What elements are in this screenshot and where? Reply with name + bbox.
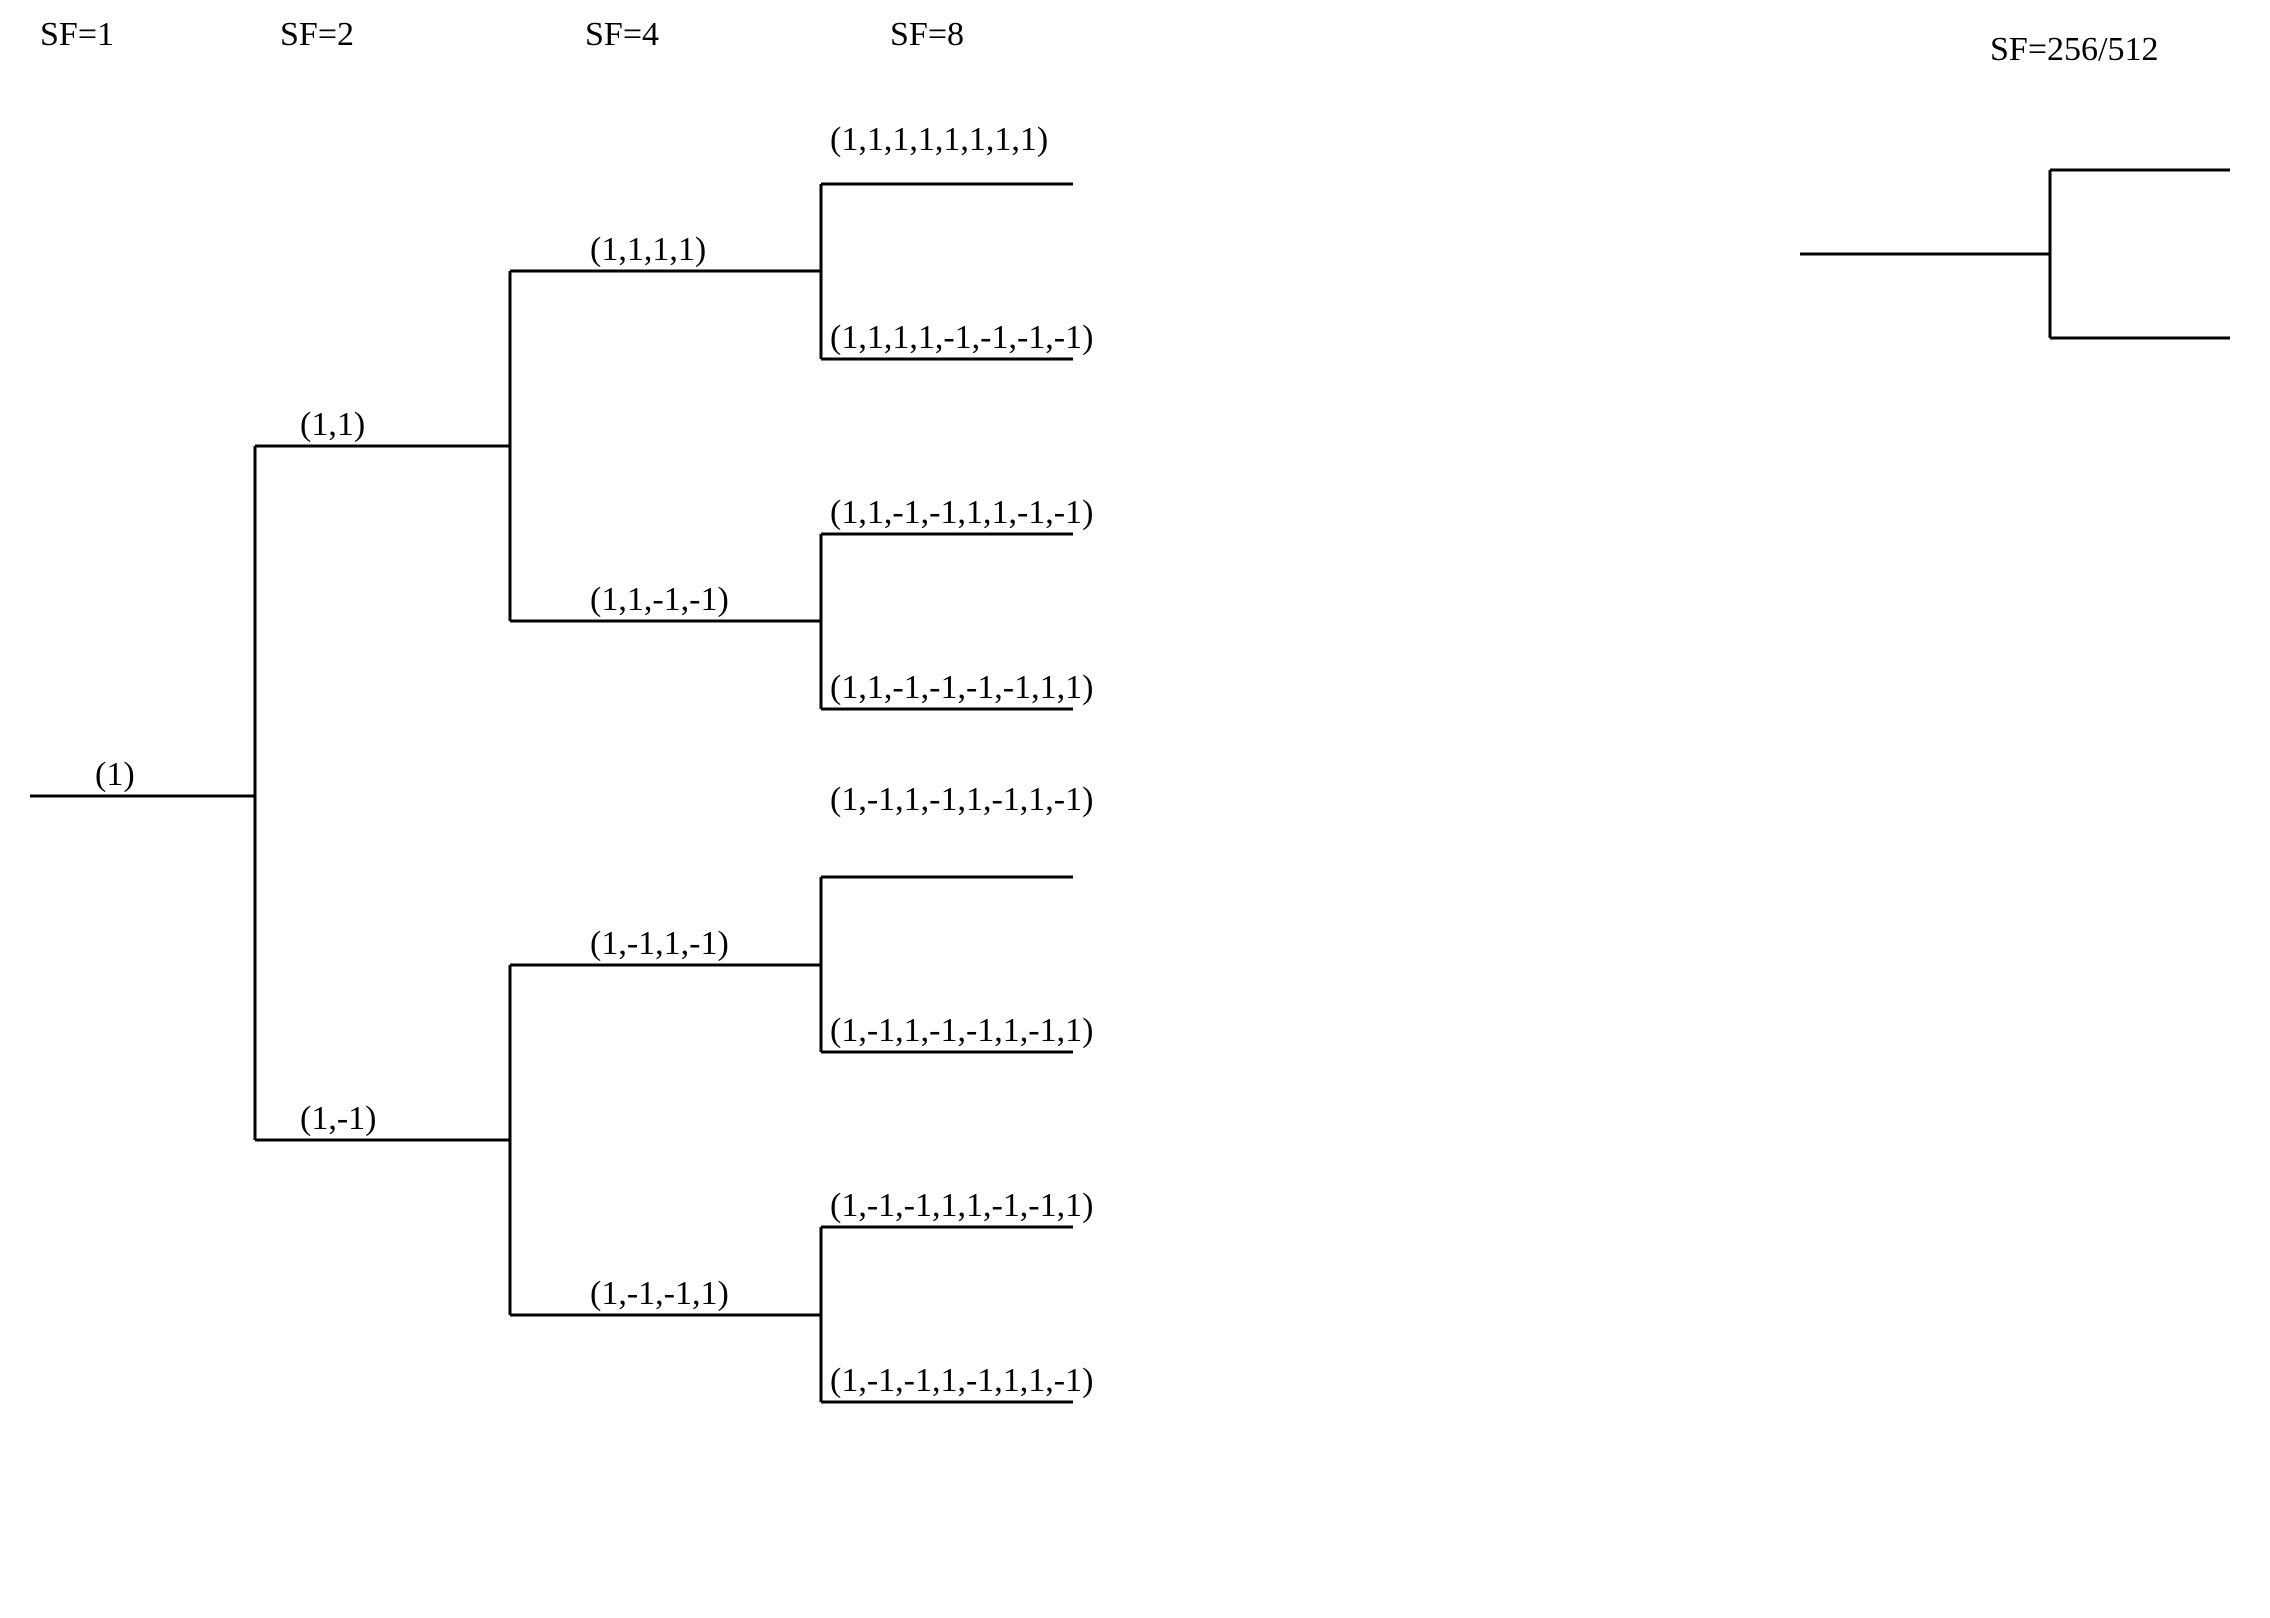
node-sf8-100: (1,-1,1,-1,1,-1,1,-1) [830,781,1093,818]
header-sf8: SF=8 [890,16,964,53]
node-sf8-010: (1,1,-1,-1,1,1,-1,-1) [830,494,1093,531]
header-sflast: SF=256/512 [1990,31,2158,68]
header-sf2: SF=2 [280,16,354,53]
node-sf4-11: (1,-1,-1,1) [590,1275,729,1312]
node-root: (1) [95,756,135,793]
node-sf8-110: (1,-1,-1,1,1,-1,-1,1) [830,1187,1093,1224]
header-sf4: SF=4 [585,16,659,53]
node-sf4-00: (1,1,1,1) [590,231,706,268]
node-sf8-000: (1,1,1,1,1,1,1,1) [830,121,1048,158]
ovsf-code-tree: SF=1 SF=2 SF=4 SF=8 SF=256/512 (1) (1,1)… [0,0,2270,1618]
header-sf1: SF=1 [40,16,114,53]
node-sf2-0: (1,1) [300,406,365,443]
node-sf8-011: (1,1,-1,-1,-1,-1,1,1) [830,669,1093,706]
node-sf8-111: (1,-1,-1,1,-1,1,1,-1) [830,1362,1093,1399]
node-sf2-1: (1,-1) [300,1100,376,1137]
node-sf8-101: (1,-1,1,-1,-1,1,-1,1) [830,1012,1093,1049]
node-sf4-01: (1,1,-1,-1) [590,581,729,618]
node-sf8-001: (1,1,1,1,-1,-1,-1,-1) [830,319,1093,356]
node-sf4-10: (1,-1,1,-1) [590,925,729,962]
